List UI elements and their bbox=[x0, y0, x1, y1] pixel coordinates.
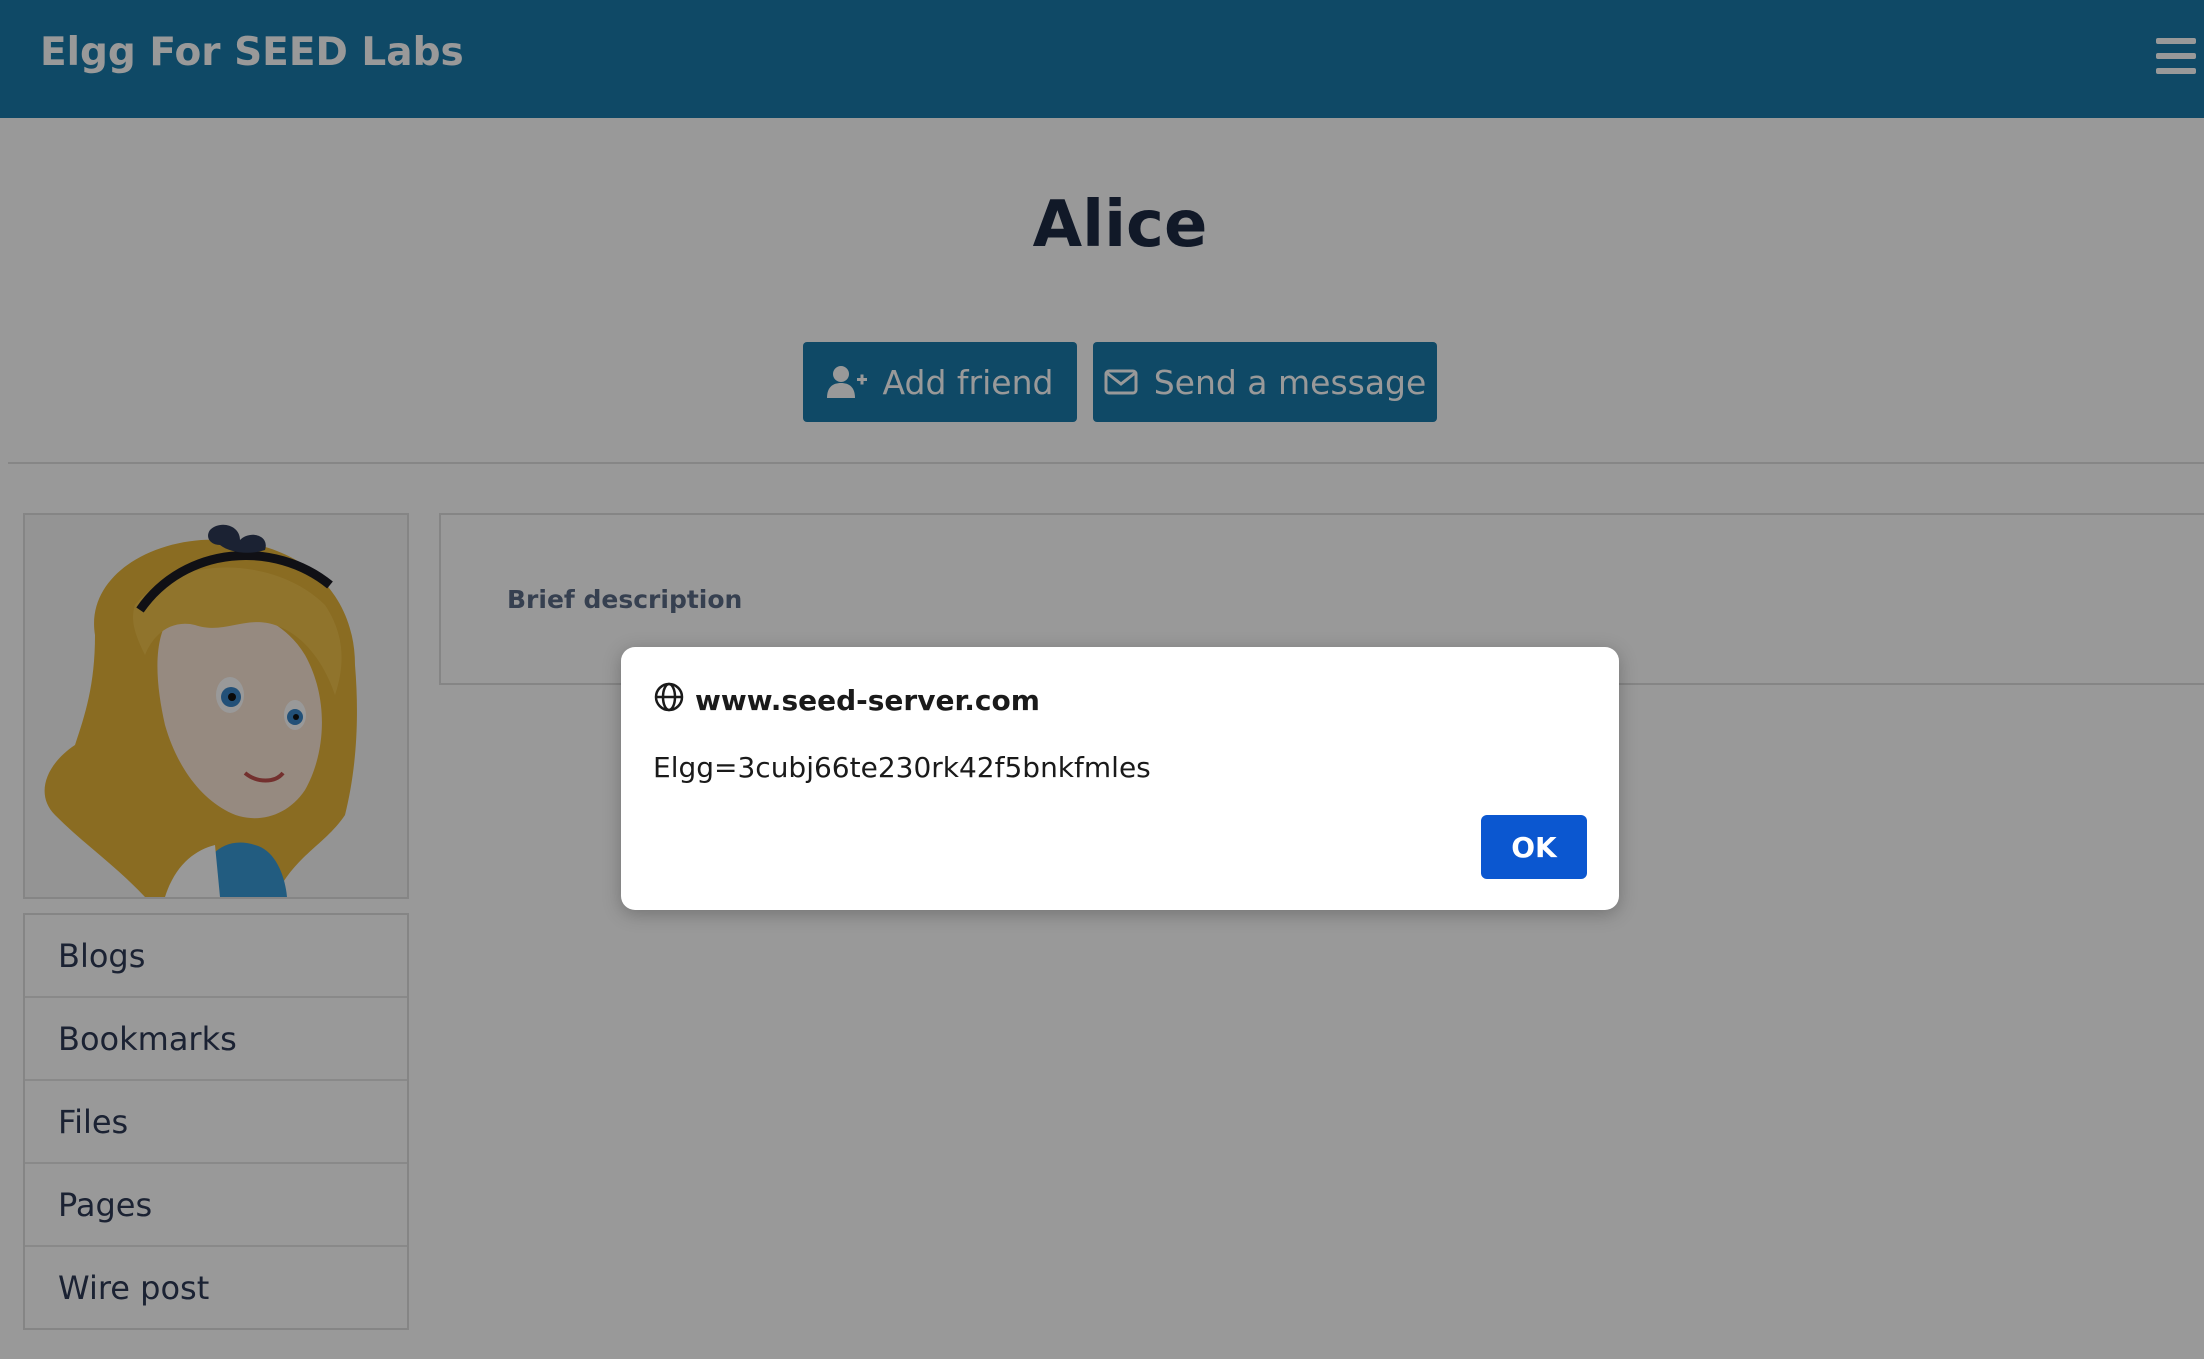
dialog-origin-text: www.seed-server.com bbox=[695, 684, 1040, 717]
dialog-origin: www.seed-server.com bbox=[653, 681, 1040, 720]
dialog-message: Elgg=3cubj66te230rk42f5bnkfmles bbox=[653, 751, 1151, 784]
alert-dialog: www.seed-server.com Elgg=3cubj66te230rk4… bbox=[621, 647, 1619, 910]
globe-icon bbox=[653, 681, 685, 720]
modal-overlay: www.seed-server.com Elgg=3cubj66te230rk4… bbox=[0, 0, 2204, 1359]
ok-button[interactable]: OK bbox=[1481, 815, 1587, 879]
